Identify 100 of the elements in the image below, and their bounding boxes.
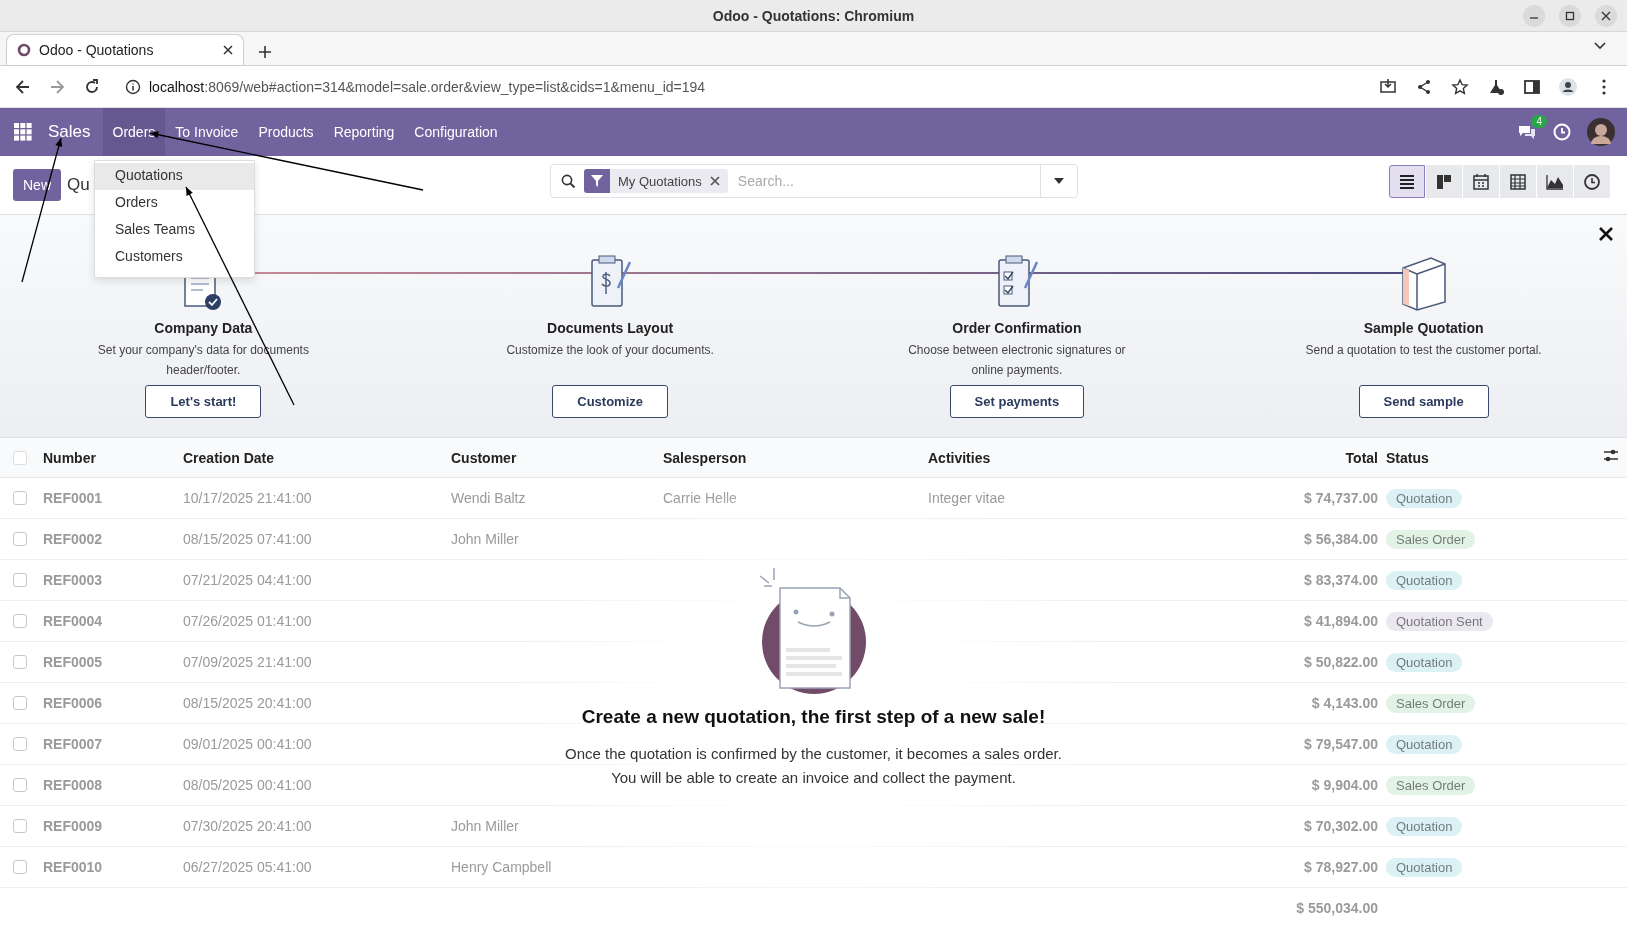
table-cell-text: REF0007 bbox=[43, 736, 104, 752]
plus-icon[interactable] bbox=[258, 45, 272, 59]
table-cell-text: 10/17/2025 21:41:00 bbox=[183, 490, 313, 506]
row-checkbox[interactable] bbox=[13, 778, 27, 792]
table-cell-text: $ 70,302.00 bbox=[1303, 818, 1378, 834]
window-title: Odoo - Quotations: Chromium bbox=[712, 7, 915, 24]
filter-facet[interactable]: My Quotations bbox=[584, 169, 728, 193]
column-header[interactable]: Number bbox=[43, 449, 183, 466]
dropdown-item[interactable]: Customers bbox=[95, 244, 254, 271]
profile-icon[interactable] bbox=[1559, 77, 1577, 96]
close-icon[interactable] bbox=[709, 176, 720, 186]
view-switch-button[interactable] bbox=[1463, 165, 1499, 198]
view-switch-button[interactable] bbox=[1537, 165, 1573, 198]
app-name[interactable]: Sales bbox=[42, 108, 103, 156]
step-title: Documents Layout bbox=[547, 320, 674, 336]
table-cell-text: REF0006 bbox=[43, 695, 104, 711]
select-all-checkbox[interactable] bbox=[13, 450, 27, 465]
table-cell-text: $ 79,547.00 bbox=[1303, 736, 1378, 752]
view-switch-button[interactable] bbox=[1500, 165, 1536, 198]
table-cell-text: 07/30/2025 20:41:00 bbox=[183, 818, 313, 834]
row-checkbox[interactable] bbox=[13, 655, 27, 669]
dropdown-item[interactable]: Quotations bbox=[95, 163, 254, 190]
area-chart-icon bbox=[1546, 172, 1564, 191]
dropdown-item[interactable]: Orders bbox=[95, 190, 254, 217]
menu-item[interactable]: Products bbox=[248, 108, 324, 156]
table-cell-text: Integer vitae bbox=[928, 490, 1007, 506]
share-icon[interactable] bbox=[1415, 77, 1433, 96]
minimize-icon[interactable] bbox=[1523, 5, 1545, 27]
table-cell-text: $ 9,904.00 bbox=[1310, 777, 1378, 793]
empty-state-text: Once the quotation is confirmed by the customer, it becomes a sales order. bbox=[565, 744, 1062, 764]
step-description: Customize the look of your documents. bbox=[505, 342, 715, 359]
column-header[interactable]: Activities bbox=[928, 449, 1228, 466]
row-checkbox[interactable] bbox=[13, 491, 27, 505]
table-cell-text: REF0001 bbox=[43, 490, 104, 506]
column-header[interactable]: Status bbox=[1378, 449, 1587, 466]
row-checkbox[interactable] bbox=[13, 860, 27, 874]
table-cell-text: 07/21/2025 04:41:00 bbox=[183, 572, 313, 588]
step-button[interactable]: Set payments bbox=[949, 385, 1085, 418]
column-header[interactable]: Customer bbox=[451, 449, 663, 466]
row-checkbox[interactable] bbox=[13, 573, 27, 587]
table-cell-text: REF0009 bbox=[43, 818, 104, 834]
row-checkbox[interactable] bbox=[13, 614, 27, 628]
menu-item[interactable]: Orders bbox=[102, 108, 166, 156]
apps-grid-icon[interactable] bbox=[14, 123, 32, 141]
circle-icon bbox=[17, 43, 31, 57]
column-header[interactable]: Creation Date bbox=[183, 449, 451, 466]
step-button[interactable]: Customize bbox=[552, 385, 668, 418]
url-text: localhost:8069/web#action=314&model=sale.order&view_type=list&cids=1&menu_id=194 bbox=[149, 78, 706, 95]
browser-tab[interactable]: Odoo - Quotations bbox=[6, 34, 244, 65]
column-header[interactable]: Total bbox=[1228, 449, 1378, 466]
caret-down-icon[interactable] bbox=[1054, 178, 1064, 184]
table-cell-text: Carrie Helle bbox=[663, 490, 738, 506]
list-view-icon bbox=[1398, 172, 1416, 191]
table-cell-text: $ 4,143.00 bbox=[1310, 695, 1378, 711]
clock-icon[interactable] bbox=[1553, 123, 1571, 141]
row-checkbox[interactable] bbox=[13, 737, 27, 751]
chat-icon[interactable] bbox=[1517, 123, 1537, 141]
table-cell-text: John Miller bbox=[451, 818, 520, 834]
row-checkbox[interactable] bbox=[13, 819, 27, 833]
step-button[interactable]: Send sample bbox=[1358, 385, 1489, 418]
table-cell-text: 07/26/2025 01:41:00 bbox=[183, 613, 313, 629]
status-badge: Quotation bbox=[1386, 816, 1463, 836]
chevron-down-icon[interactable] bbox=[1593, 41, 1607, 51]
column-settings-icon[interactable] bbox=[1603, 449, 1619, 463]
step-description: Send a quotation to test the customer portal. bbox=[1304, 342, 1543, 359]
menu-item[interactable]: To Invoice bbox=[165, 108, 249, 156]
step-button[interactable]: Let's start! bbox=[145, 385, 262, 418]
star-icon[interactable] bbox=[1451, 77, 1469, 96]
table-cell-text: REF0002 bbox=[43, 531, 104, 547]
status-badge: Quotation bbox=[1386, 857, 1463, 877]
side-panel-icon[interactable] bbox=[1523, 77, 1541, 96]
step-title: Company Data bbox=[154, 320, 253, 336]
search-field[interactable]: My Quotations Search... bbox=[550, 164, 1078, 198]
row-checkbox[interactable] bbox=[13, 532, 27, 546]
install-icon[interactable] bbox=[1379, 77, 1397, 96]
close-icon[interactable] bbox=[1599, 227, 1613, 241]
status-badge: Quotation bbox=[1386, 570, 1463, 590]
empty-state-title: Create a new quotation, the first step of a new sale! bbox=[581, 706, 1046, 728]
row-checkbox[interactable] bbox=[13, 696, 27, 710]
forward-icon[interactable] bbox=[48, 77, 67, 96]
status-badge: Quotation bbox=[1386, 652, 1463, 672]
menu-item[interactable]: Configuration bbox=[404, 108, 508, 156]
maximize-icon[interactable] bbox=[1559, 5, 1581, 27]
table-cell-text: REF0008 bbox=[43, 777, 104, 793]
column-header[interactable]: Salesperson bbox=[663, 449, 928, 466]
view-switch-button[interactable] bbox=[1574, 165, 1610, 198]
view-switch-button[interactable] bbox=[1389, 165, 1425, 198]
table-cell-text: 08/05/2025 00:41:00 bbox=[183, 777, 313, 793]
avatar-icon[interactable] bbox=[1587, 118, 1615, 146]
flask-icon[interactable] bbox=[1487, 77, 1505, 96]
info-icon bbox=[125, 78, 141, 95]
close-icon[interactable] bbox=[223, 45, 233, 55]
view-switch-button[interactable] bbox=[1426, 165, 1462, 198]
table-cell-text: 07/09/2025 21:41:00 bbox=[183, 654, 313, 670]
table-cell-text: REF0005 bbox=[43, 654, 104, 670]
menu-item[interactable]: Reporting bbox=[323, 108, 405, 156]
box-icon bbox=[1400, 256, 1447, 312]
table-cell-text: $ 56,384.00 bbox=[1303, 531, 1378, 547]
dropdown-item[interactable]: Sales Teams bbox=[95, 217, 254, 244]
close-icon[interactable] bbox=[1595, 5, 1617, 27]
